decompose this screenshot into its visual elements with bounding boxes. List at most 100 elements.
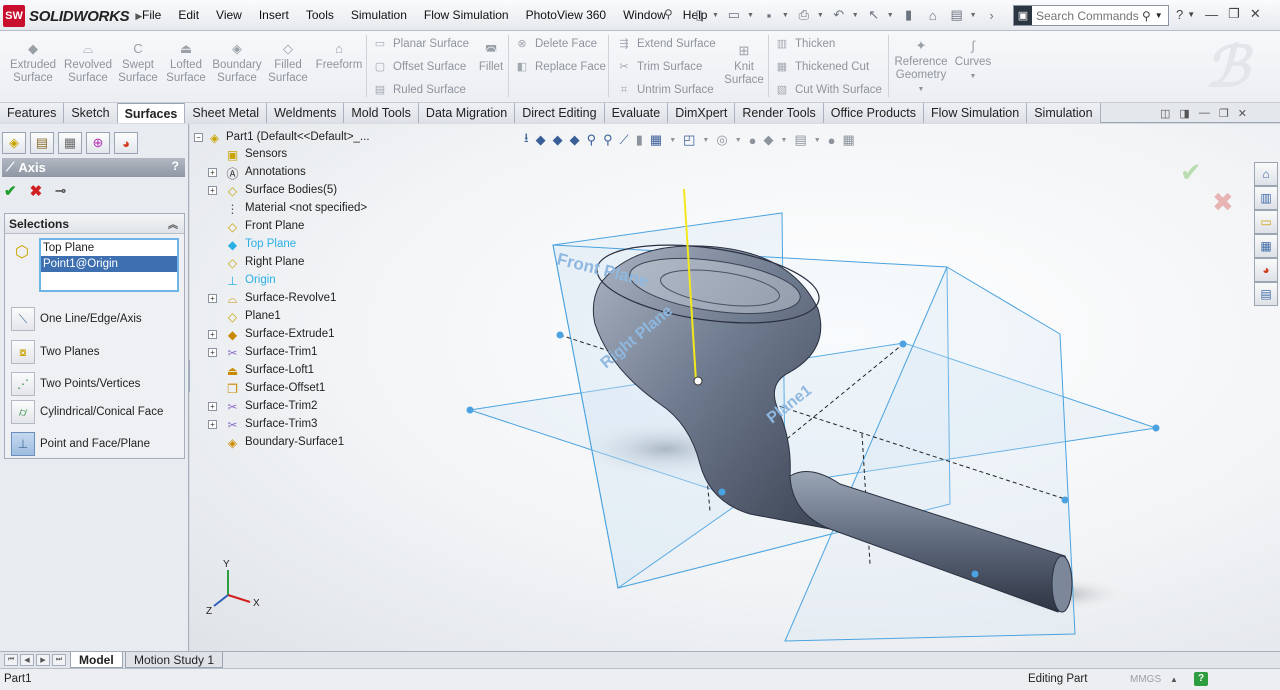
zoom-selection-icon[interactable]: ⚲	[603, 132, 613, 148]
point-and-face-plane-option[interactable]: ⊥ Point and Face/Plane	[11, 432, 150, 456]
lofted-surface-button[interactable]: ⏏ Lofted Surface	[164, 41, 208, 85]
custom-properties-icon[interactable]: ▤	[1254, 282, 1278, 306]
expand-toggle[interactable]: +	[208, 186, 217, 195]
plane-handle[interactable]	[1061, 496, 1069, 504]
chevron-down-icon[interactable]: ▼	[781, 137, 788, 144]
section-view-icon[interactable]: ⟋	[620, 132, 629, 148]
cut-with-surface-button[interactable]: ▧ Cut With Surface	[774, 83, 882, 97]
menu-tools[interactable]: Tools	[306, 8, 334, 22]
expand-toggle[interactable]: +	[208, 294, 217, 303]
chevron-down-icon[interactable]: ▼	[817, 12, 824, 19]
tab-sketch[interactable]: Sketch	[64, 103, 118, 123]
thicken-button[interactable]: ▥ Thicken	[774, 37, 835, 51]
one-line-edge-axis-option[interactable]: ⟍ One Line/Edge/Axis	[11, 307, 142, 331]
extruded-surface-button[interactable]: ◆ Extruded Surface	[8, 41, 58, 85]
pushpin-button[interactable]: ⊸	[55, 183, 66, 199]
zoom-to-fit-icon[interactable]: ⭳	[524, 129, 529, 151]
close-icon[interactable]: ✕	[1238, 107, 1247, 120]
tab-render-tools[interactable]: Render Tools	[735, 103, 824, 123]
thickened-cut-button[interactable]: ▦ Thickened Cut	[774, 60, 869, 74]
appearances-icon[interactable]: ◕	[1254, 258, 1278, 282]
freeform-button[interactable]: ⌂ Freeform	[314, 41, 364, 72]
tile-alt-icon[interactable]: ◨	[1179, 107, 1189, 120]
print-icon[interactable]: ⎙	[793, 5, 815, 25]
cancel-button[interactable]: ✖	[30, 182, 43, 200]
close-icon[interactable]: ✕	[1250, 6, 1261, 22]
status-units[interactable]: MMGS	[1130, 674, 1161, 685]
chevron-down-icon[interactable]: ▼	[782, 12, 789, 19]
tab-office-products[interactable]: Office Products	[823, 103, 924, 123]
menu-edit[interactable]: Edit	[178, 8, 199, 22]
expand-toggle[interactable]: +	[208, 402, 217, 411]
tab-simulation[interactable]: Simulation	[1027, 103, 1101, 123]
tab-dimxpert[interactable]: DimXpert	[668, 103, 736, 123]
chevron-down-icon[interactable]: ▼	[814, 137, 821, 144]
search-icon[interactable]: ⚲	[1142, 9, 1151, 23]
ok-button[interactable]: ✔	[4, 182, 17, 200]
filled-surface-button[interactable]: ◇ Filled Surface	[266, 41, 310, 85]
select-arrow-icon[interactable]: ↖	[863, 5, 885, 25]
rebuild-icon[interactable]: ▮	[898, 5, 920, 25]
tab-mold-tools[interactable]: Mold Tools	[344, 103, 419, 123]
first-tab-icon[interactable]: ⏮	[4, 654, 18, 666]
feature-manager-tab-icon[interactable]: ◈	[2, 132, 26, 154]
tab-flow-simulation[interactable]: Flow Simulation	[923, 103, 1028, 123]
save-icon[interactable]: ▪	[758, 5, 780, 25]
tab-motion-study[interactable]: Motion Study 1	[125, 652, 224, 668]
revolved-surface-button[interactable]: ⌓ Revolved Surface	[62, 41, 114, 85]
tab-evaluate[interactable]: Evaluate	[604, 103, 669, 123]
offset-surface-button[interactable]: ▢ Offset Surface	[372, 60, 467, 74]
tab-features[interactable]: Features	[0, 103, 65, 123]
plane-handle[interactable]	[718, 488, 726, 496]
restore-icon[interactable]: ❐	[1219, 107, 1229, 120]
list-item[interactable]: Point1@Origin	[41, 256, 177, 272]
tab-sheet-metal[interactable]: Sheet Metal	[185, 103, 268, 123]
ruled-surface-button[interactable]: ▤ Ruled Surface	[372, 83, 466, 97]
view-orientation-icon[interactable]: ▦	[650, 132, 662, 148]
fillet-button[interactable]: ◚ Fillet	[476, 43, 506, 74]
plane-handle[interactable]	[899, 340, 907, 348]
restore-icon[interactable]: ❐	[1228, 6, 1240, 22]
view-settings-icon[interactable]: ▤	[794, 132, 806, 148]
solidworks-resources-icon[interactable]: ⌂	[1254, 162, 1278, 186]
search-input[interactable]	[1032, 8, 1142, 23]
chevron-down-icon[interactable]: ▼	[747, 12, 754, 19]
tab-direct-editing[interactable]: Direct Editing	[515, 103, 605, 123]
menu-simulation[interactable]: Simulation	[351, 8, 407, 22]
boundary-surface-button[interactable]: ◈ Boundary Surface	[211, 41, 263, 85]
realview-icon[interactable]: ●	[828, 133, 836, 148]
expand-toggle[interactable]: +	[208, 330, 217, 339]
extend-surface-button[interactable]: ⇶ Extend Surface	[616, 37, 715, 51]
view-cube-icon[interactable]: ◆	[553, 132, 563, 148]
delete-face-button[interactable]: ⊗ Delete Face	[514, 37, 597, 51]
edit-appearance-icon[interactable]: ●	[749, 133, 757, 148]
swept-surface-button[interactable]: C Swept Surface	[117, 41, 159, 85]
chevron-down-icon[interactable]: ▼	[852, 12, 859, 19]
tab-data-migration[interactable]: Data Migration	[418, 103, 516, 123]
minimize-icon[interactable]: —	[1205, 7, 1218, 22]
chevron-down-icon[interactable]: ▼	[669, 137, 676, 144]
selections-header[interactable]: Selections ︽	[5, 214, 184, 234]
hide-show-items-icon[interactable]: ◎	[716, 132, 727, 148]
tube-end-face[interactable]	[1051, 555, 1073, 613]
chevron-up-icon[interactable]: ▲	[1170, 675, 1178, 684]
menu-photoview[interactable]: PhotoView 360	[526, 8, 607, 22]
menu-file[interactable]: File	[142, 8, 161, 22]
expand-toggle[interactable]: +	[208, 420, 217, 429]
prev-tab-icon[interactable]: ◀	[20, 654, 34, 666]
chevron-down-icon[interactable]: ▼	[1155, 11, 1163, 20]
collapse-toggle[interactable]: −	[194, 133, 203, 142]
confirmation-ok-icon[interactable]: ✔	[1180, 157, 1202, 188]
view-palette-icon[interactable]: ▦	[1254, 234, 1278, 258]
zoom-to-area-icon[interactable]: ⚲	[587, 132, 597, 148]
previous-view-icon[interactable]: ▮	[636, 132, 643, 148]
next-tab-icon[interactable]: ▶	[36, 654, 50, 666]
menu-flow-simulation[interactable]: Flow Simulation	[424, 8, 509, 22]
file-properties-icon[interactable]: ⌂	[922, 5, 944, 25]
pin-icon[interactable]: ⚲	[664, 7, 673, 21]
plane-handle[interactable]	[556, 331, 564, 339]
menu-insert[interactable]: Insert	[259, 8, 289, 22]
tab-surfaces[interactable]: Surfaces	[117, 103, 186, 123]
more-icon[interactable]: ›	[981, 5, 1003, 25]
view-cube-icon[interactable]: ◆	[536, 132, 546, 148]
